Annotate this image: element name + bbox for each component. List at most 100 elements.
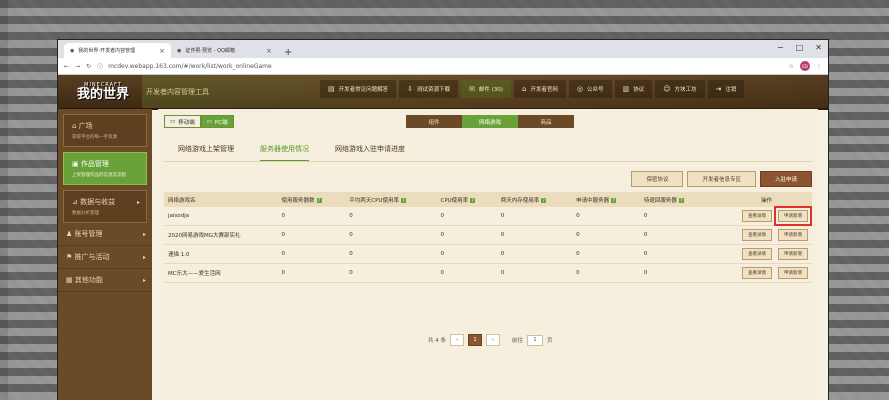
- apply-new-button[interactable]: 申请新增: [778, 267, 808, 279]
- top-nav: ▤ 开发者常见问题解答 ⇩ 测试资源下载 ✉ 邮件 (30) ⌂ 开发者官网 ◎ 公众号 …: [320, 80, 745, 98]
- col-server-count: 使用服务器数?: [277, 192, 346, 207]
- platform-toggle: ▭ 移动端 ▭ PC端: [164, 115, 234, 128]
- new-tab-icon[interactable]: +: [278, 47, 298, 58]
- action-buttons: 保密协议 开发者信息专区 入驻申请: [631, 171, 812, 187]
- topnav-site[interactable]: ⌂ 开发者官网: [513, 80, 566, 98]
- page-unit: 页: [547, 338, 553, 344]
- topnav-mail[interactable]: ✉ 邮件 (30): [461, 80, 511, 98]
- window-controls: − □ ✕: [777, 43, 822, 52]
- tab-listing[interactable]: 网络游戏上架管理: [178, 144, 234, 162]
- help-icon[interactable]: ?: [470, 197, 476, 203]
- protocol-button[interactable]: 保密协议: [631, 171, 684, 187]
- profile-avatar[interactable]: ED: [800, 61, 810, 71]
- logout-icon: ⇥: [715, 85, 722, 93]
- forward-icon[interactable]: →: [75, 63, 80, 70]
- dev-zone-button[interactable]: 开发者信息专区: [687, 171, 756, 187]
- help-icon[interactable]: ?: [316, 197, 322, 203]
- total-count: 共 4 条: [428, 338, 446, 344]
- tab-server-usage[interactable]: 服务器使用情况: [260, 144, 309, 162]
- portal-title: 开发者内容管理工具: [146, 87, 209, 96]
- next-page-button[interactable]: ›: [486, 334, 500, 346]
- sidebar-item-account[interactable]: ♟ 账号管理 ▸: [58, 223, 152, 246]
- topnav-faq[interactable]: ▤ 开发者常见问题解答: [320, 80, 397, 98]
- tab-title: 我的世界-开发者内容管理: [78, 48, 136, 54]
- reload-icon[interactable]: ↻: [86, 63, 91, 70]
- topnav-user[interactable]: ☺ 方块工坊: [655, 80, 705, 98]
- mobile-toggle[interactable]: ▭ 移动端: [164, 115, 201, 128]
- table-row: 2020网易游戏MG大赛部实礼 0 0 0 0 0 0 查看详情 申请新增: [164, 225, 812, 245]
- tab-apply-progress[interactable]: 网络游戏入驻申请进度: [335, 144, 405, 162]
- folder-icon: ▣: [72, 160, 79, 168]
- topnav-wechat[interactable]: ◎ 公众号: [568, 80, 612, 98]
- sidebar-item-works[interactable]: ▣ 作品管理 上架管理作品的信息及流程: [63, 152, 147, 185]
- page-1-button[interactable]: 1: [468, 334, 482, 346]
- topnav-logout[interactable]: ⇥ 注销: [707, 80, 745, 98]
- site-header: MINECRAFT 我的世界 开发者内容管理工具 ▤ 开发者常见问题解答 ⇩ 测试资…: [58, 75, 828, 110]
- table-row: 速描 1.0 0 0 0 0 0 0 查看详情 申请新增: [164, 244, 812, 264]
- favicon-icon: ◉: [70, 47, 75, 54]
- browser-tab[interactable]: ◉ 证件照-预览 - QQ邮箱 ×: [171, 43, 278, 58]
- chevron-right-icon: ▸: [136, 199, 140, 206]
- star-icon[interactable]: ☆: [789, 63, 794, 70]
- minecraft-logo[interactable]: MINECRAFT 我的世界: [64, 78, 142, 106]
- col-cpu: CPU使用率?: [436, 192, 497, 207]
- tab-title: 证件照-预览 - QQ邮箱: [185, 48, 236, 54]
- apply-new-button[interactable]: 申请新增: [778, 248, 808, 260]
- close-window-icon[interactable]: ✕: [815, 43, 822, 52]
- category-tab-online-game[interactable]: 网络游戏: [462, 115, 518, 128]
- prev-page-button[interactable]: ‹: [450, 334, 464, 346]
- category-tab-component[interactable]: 组件: [406, 115, 462, 128]
- col-returning: 待退回服务器?: [639, 192, 708, 207]
- monitor-icon: ▭: [206, 118, 212, 125]
- col-memory: 两天内存使用率?: [496, 192, 573, 207]
- view-details-button[interactable]: 查看详情: [742, 267, 772, 279]
- help-icon[interactable]: ?: [678, 197, 684, 203]
- back-icon[interactable]: ←: [64, 63, 69, 70]
- close-icon[interactable]: ×: [266, 47, 272, 55]
- apply-new-button[interactable]: 申请新增: [778, 229, 808, 241]
- pagination: 共 4 条 ‹ 1 › 前往 1 页: [428, 334, 553, 346]
- view-details-button[interactable]: 查看详情: [742, 210, 772, 222]
- menu-icon[interactable]: ⋮: [816, 63, 822, 70]
- main-content: ▭ 移动端 ▭ PC端 组件 网络游戏 商品 网络游戏上架管理 服务器使用情况 …: [158, 109, 818, 400]
- grid-icon: ▦: [66, 276, 73, 284]
- minimize-icon[interactable]: −: [777, 43, 784, 52]
- home-icon: ⌂: [72, 122, 77, 130]
- help-icon[interactable]: ?: [400, 197, 406, 203]
- apply-button[interactable]: 入驻申请: [759, 171, 812, 187]
- url-field[interactable]: ⓘ mcdev.webapp.163.com/#/work/list/work_…: [97, 61, 783, 72]
- topnav-download[interactable]: ⇩ 测试资源下载: [399, 80, 459, 98]
- apply-new-button[interactable]: 申请新增: [774, 206, 812, 226]
- chevron-right-icon: ▸: [142, 254, 146, 261]
- site-icon: ⌂: [521, 85, 527, 93]
- favicon-icon: ◉: [177, 47, 182, 54]
- view-details-button[interactable]: 查看详情: [742, 229, 772, 241]
- goto-page-input[interactable]: 1: [527, 334, 544, 346]
- sidebar-item-promotion[interactable]: ⚑ 推广与活动 ▸: [58, 246, 152, 269]
- category-tabs: 组件 网络游戏 商品: [406, 115, 574, 128]
- help-icon[interactable]: ?: [541, 197, 547, 203]
- pc-toggle[interactable]: ▭ PC端: [200, 115, 234, 128]
- view-details-button[interactable]: 查看详情: [742, 248, 772, 260]
- close-icon[interactable]: ×: [159, 47, 165, 55]
- url-text: mcdev.webapp.163.com/#/work/list/work_on…: [108, 62, 272, 70]
- chevron-right-icon: ▸: [142, 231, 146, 238]
- mail-icon: ✉: [469, 85, 475, 93]
- topnav-protocol[interactable]: ▥ 协议: [614, 80, 653, 98]
- address-bar: ← → ↻ ⓘ mcdev.webapp.163.com/#/work/list…: [58, 58, 828, 75]
- sidebar-item-plaza[interactable]: ⌂ 广场 获取平台的每一手资源: [63, 114, 147, 147]
- col-game-name: 网络游戏名: [164, 192, 278, 207]
- col-ops: 操作: [707, 192, 812, 207]
- sidebar-item-data[interactable]: ⊿ 数据与收益 ▸ 数据分析管理: [63, 190, 147, 223]
- sidebar-item-other[interactable]: ▦ 其他功能 ▸: [58, 269, 152, 292]
- wechat-icon: ◎: [576, 85, 584, 93]
- mobile-icon: ▭: [170, 118, 176, 125]
- person-icon: ♟: [66, 230, 73, 238]
- col-pending: 申请中服务器?: [572, 192, 640, 207]
- help-icon[interactable]: ?: [611, 197, 617, 203]
- browser-tab-active[interactable]: ◉ 我的世界-开发者内容管理 ×: [64, 43, 171, 58]
- chart-icon: ⊿: [72, 198, 78, 206]
- category-tab-goods[interactable]: 商品: [518, 115, 574, 128]
- browser-tabbar: ◉ 我的世界-开发者内容管理 × ◉ 证件照-预览 - QQ邮箱 × + − □…: [58, 40, 828, 58]
- maximize-icon[interactable]: □: [796, 43, 804, 52]
